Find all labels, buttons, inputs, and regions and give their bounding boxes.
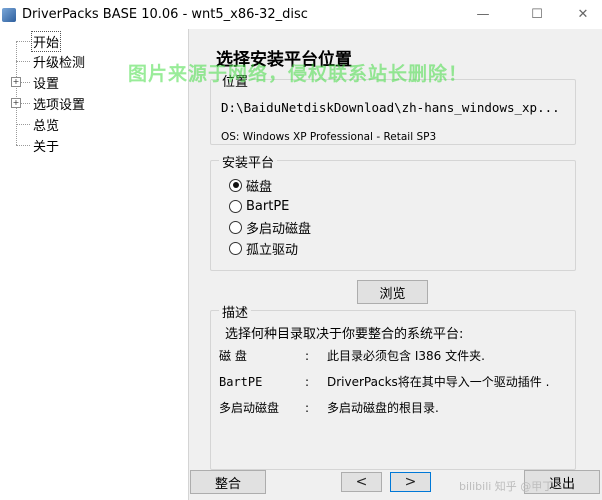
platform-legend: 安装平台 [219, 152, 278, 171]
description-legend: 描述 [219, 302, 252, 321]
next-button[interactable]: > [390, 472, 431, 492]
tree-item-settings[interactable]: + 设置 [11, 72, 61, 92]
description-term: BartPE [219, 375, 263, 389]
main-panel: 选择安装平台位置 位置 D:\BaiduNetdiskDownload\zh-h… [128, 29, 602, 500]
description-colon: : [305, 401, 310, 415]
tree-item-about[interactable]: 关于 [16, 135, 61, 155]
description-row: 多启动磁盘: 多启动磁盘的根目录. [219, 399, 439, 416]
platform-option-disk[interactable]: 磁盘 [229, 175, 272, 195]
tree-item-label: 总览 [33, 118, 60, 134]
tree-item-options[interactable]: + 选项设置 [11, 93, 87, 113]
radio-label: 多启动磁盘 [246, 221, 312, 237]
browse-button[interactable]: 浏览 [357, 280, 428, 304]
tree-branch-line [16, 40, 30, 42]
back-button[interactable]: < [341, 472, 382, 492]
tree-item-overview[interactable]: 总览 [16, 114, 61, 134]
platform-group: 安装平台 磁盘 BartPE 多启动磁盘 孤立驱动 [210, 152, 576, 271]
description-text: 此目录必须包含 I386 文件夹. [327, 349, 485, 363]
description-text: 多启动磁盘的根目录. [327, 401, 439, 415]
expand-icon[interactable]: + [11, 98, 21, 108]
tree-branch-line [16, 144, 30, 146]
tree-item-label: 设置 [33, 76, 60, 92]
description-row: 磁 盘: 此目录必须包含 I386 文件夹. [219, 347, 485, 364]
integrate-button[interactable]: 整合 [190, 470, 266, 494]
radio-label: 磁盘 [246, 179, 273, 195]
navigation-tree: 开始 升级检测 + 设置 + 选项设置 总览 关于 [0, 29, 189, 500]
radio-button[interactable] [229, 220, 242, 234]
window-title: DriverPacks BASE 10.06 - wnt5_x86-32_dis… [22, 7, 308, 22]
tree-item-label: 关于 [33, 139, 60, 155]
radio-label: BartPE [246, 198, 290, 214]
os-info: OS: Windows XP Professional - Retail SP3 [221, 131, 437, 143]
radio-button[interactable] [229, 241, 242, 255]
tree-item-start[interactable]: 开始 [16, 30, 62, 52]
description-term: 磁 盘 [219, 349, 247, 363]
radio-button[interactable] [229, 199, 242, 213]
minimize-button[interactable]: — [460, 0, 506, 29]
tree-item-label: 选项设置 [33, 97, 86, 113]
description-colon: : [305, 349, 310, 363]
app-icon [2, 7, 16, 22]
description-term: 多启动磁盘 [219, 401, 280, 415]
description-text: DriverPacks将在其中导入一个驱动插件 . [327, 375, 550, 389]
tree-item-label: 升级检测 [33, 55, 86, 71]
platform-option-bartpe[interactable]: BartPE [229, 196, 289, 216]
maximize-button[interactable]: ☐ [514, 0, 560, 29]
title-bar: DriverPacks BASE 10.06 - wnt5_x86-32_dis… [0, 0, 602, 29]
description-colon: : [305, 375, 310, 389]
description-intro: 选择何种目录取决于你要整合的系统平台: [225, 327, 464, 342]
tree-item-update-check[interactable]: 升级检测 [16, 51, 87, 71]
radio-label: 孤立驱动 [246, 242, 299, 258]
radio-button[interactable] [229, 178, 242, 192]
expand-icon[interactable]: + [11, 77, 21, 87]
close-button[interactable]: ✕ [560, 0, 602, 29]
description-row: BartPE: DriverPacks将在其中导入一个驱动插件 . [219, 373, 549, 390]
tree-branch-line [16, 123, 30, 125]
platform-option-multiboot[interactable]: 多启动磁盘 [229, 217, 311, 237]
description-group: 描述 选择何种目录取决于你要整合的系统平台: 磁 盘: 此目录必须包含 I386 … [210, 302, 576, 470]
platform-option-standalone[interactable]: 孤立驱动 [229, 238, 298, 258]
tree-branch-line [16, 60, 30, 62]
footer-watermark: bilibili 知乎 @甲丁 [459, 480, 554, 493]
install-path: D:\BaiduNetdiskDownload\zh-hans_windows_… [221, 100, 560, 115]
location-group: 位置 D:\BaiduNetdiskDownload\zh-hans_windo… [210, 71, 576, 145]
tree-item-label: 开始 [31, 30, 62, 52]
watermark-text: 图片来源于网络，侵权联系站长删除！ [128, 63, 469, 85]
